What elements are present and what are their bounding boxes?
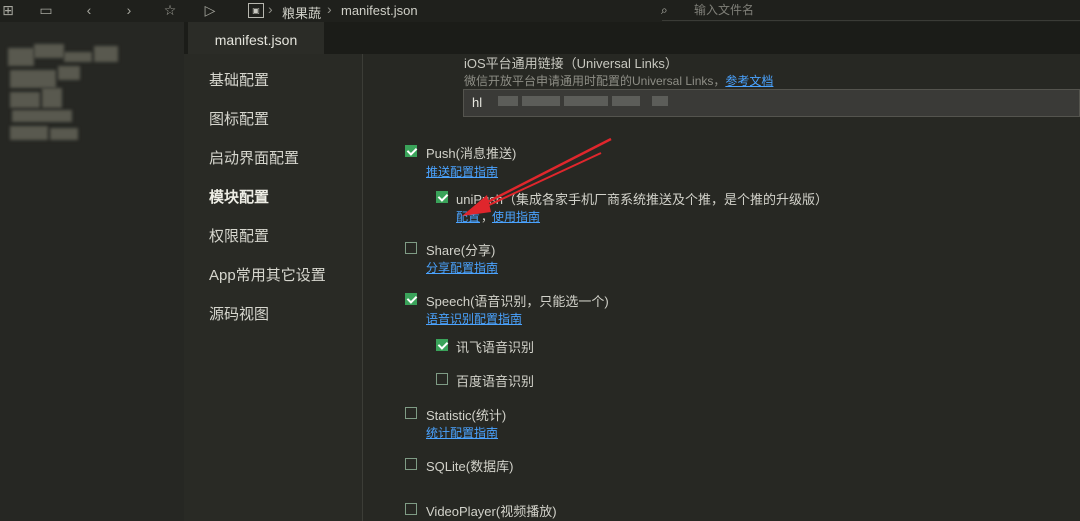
xunfei-label: 讯飞语音识别 [456, 340, 535, 355]
top-toolbar: ⊞ ▭ ‹ › ☆ ▷ ▣ › 粮果蔬 › manifest.json ⌕ [0, 0, 1080, 22]
share-checkbox[interactable] [405, 242, 417, 254]
reference-doc-link[interactable]: 参考文档 [725, 74, 773, 88]
chevron-right-icon: › [327, 1, 332, 17]
share-guide-link[interactable]: 分享配置指南 [426, 259, 498, 276]
unipush-config-link[interactable]: 配置 [456, 208, 480, 225]
sqlite-checkbox[interactable] [405, 458, 417, 470]
tab-manifest[interactable]: manifest.json [188, 22, 324, 54]
nav-basic[interactable]: 基础配置 [209, 69, 269, 90]
speech-checkbox[interactable] [405, 293, 417, 305]
redacted-mask [498, 96, 518, 106]
ios-desc-text: 微信开放平台申请通用时配置的Universal Links， [464, 74, 726, 88]
baidu-checkbox[interactable] [436, 373, 448, 385]
unipush-label: uniPush（集成各家手机厂商系统推送及个推，是个推的升级版） [456, 192, 828, 207]
search-divider [662, 20, 1080, 21]
project-tree-blurred [0, 22, 184, 521]
baidu-label: 百度语音识别 [456, 374, 535, 389]
nav-splash[interactable]: 启动界面配置 [209, 147, 299, 168]
breadcrumb-project[interactable]: 粮果蔬 [282, 3, 321, 22]
project-icon: ▣ [248, 3, 264, 18]
unipush-usage-link[interactable]: 使用指南 [492, 208, 540, 225]
nav-app-other[interactable]: App常用其它设置 [209, 264, 326, 285]
redacted-mask [652, 96, 668, 106]
nav-permissions[interactable]: 权限配置 [209, 225, 269, 246]
statistic-label: Statistic(统计) [426, 408, 507, 423]
breadcrumb-file[interactable]: manifest.json [341, 3, 418, 18]
ios-universal-links-title: iOS平台通用链接（Universal Links） [464, 56, 678, 71]
nav-modules[interactable]: 模块配置 [209, 186, 269, 207]
push-label: Push(消息推送) [426, 146, 517, 161]
forward-icon[interactable]: › [121, 2, 137, 18]
search-file-icon: ⌕ [661, 3, 668, 17]
new-file-icon[interactable]: ⊞ [0, 2, 16, 18]
chevron-right-icon: › [268, 1, 273, 17]
push-guide-link[interactable]: 推送配置指南 [426, 163, 498, 180]
redacted-mask [564, 96, 608, 106]
speech-label: Speech(语音识别，只能选一个) [426, 294, 609, 309]
star-icon[interactable]: ☆ [162, 2, 178, 18]
videoplayer-checkbox[interactable] [405, 503, 417, 515]
push-checkbox[interactable] [405, 145, 417, 157]
statistic-checkbox[interactable] [405, 407, 417, 419]
xunfei-checkbox[interactable] [436, 339, 448, 351]
file-search-input[interactable] [690, 1, 1028, 19]
nav-icons[interactable]: 图标配置 [209, 108, 269, 129]
ios-universal-links-desc: 微信开放平台申请通用时配置的Universal Links，参考文档 [464, 72, 773, 89]
videoplayer-label: VideoPlayer(视频播放) [426, 504, 557, 519]
redacted-mask [522, 96, 560, 106]
share-label: Share(分享) [426, 243, 496, 258]
redacted-mask [612, 96, 640, 106]
run-icon[interactable]: ▷ [202, 2, 218, 18]
back-icon[interactable]: ‹ [81, 2, 97, 18]
speech-guide-link[interactable]: 语音识别配置指南 [426, 310, 522, 327]
unipush-checkbox[interactable] [436, 191, 448, 203]
save-icon[interactable]: ▭ [38, 2, 54, 18]
module-config-panel [363, 54, 1080, 521]
statistic-guide-link[interactable]: 统计配置指南 [426, 424, 498, 441]
nav-source-view[interactable]: 源码视图 [209, 303, 269, 324]
settings-nav: 基础配置 图标配置 启动界面配置 模块配置 权限配置 App常用其它设置 源码视… [184, 54, 363, 521]
sqlite-label: SQLite(数据库) [426, 459, 514, 474]
